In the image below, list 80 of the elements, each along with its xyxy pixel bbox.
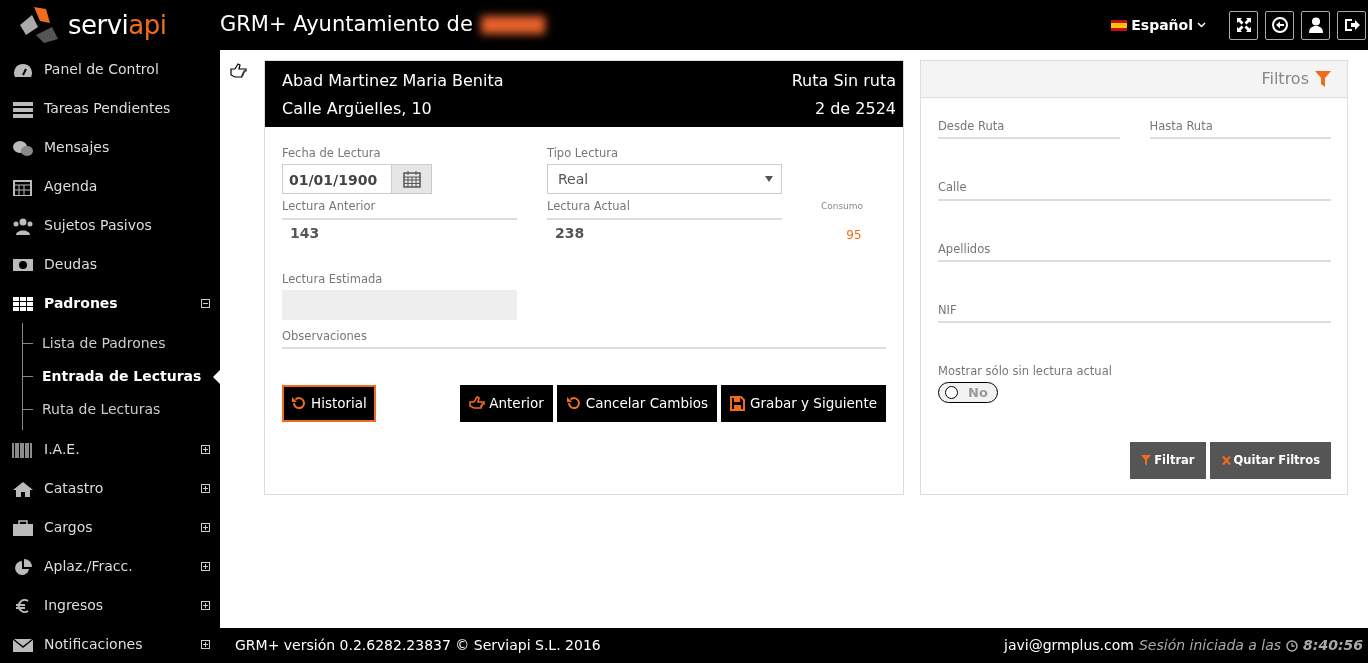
address-text: Calle Argüelles, 10 [282,98,433,120]
fullscreen-button[interactable] [1229,10,1258,40]
filter-icon [1315,71,1331,87]
language-dropdown[interactable]: Español [1105,13,1212,37]
submenu-item[interactable]: Ruta de Lecturas [23,393,220,426]
filter-icon [1141,455,1152,466]
version-text: GRM+ versión 0.2.6282.23837 © Serviapi S.L. 2016 [235,636,601,655]
action-button[interactable]: Cancelar Cambios [556,385,718,422]
person-name: Abad Martinez Maria Benita [282,70,505,92]
chat-bubbles-icon [12,138,34,157]
session-text: Sesión iniciada a las [1139,636,1282,655]
logo-text: servi [68,9,129,40]
calendar-icon [402,170,421,189]
pie-chart-icon [12,557,34,576]
record-position: 2 de 2524 [813,98,896,120]
field-label: Hasta Ruta [1149,118,1214,135]
route-text: Ruta Sin ruta [791,70,896,92]
undo-icon [565,396,582,411]
user-icon [1306,16,1325,34]
logo-text: api [128,9,167,40]
submenu-item[interactable]: Lista de Padrones [23,327,220,360]
back-button[interactable] [1265,10,1294,40]
sidebar-item[interactable]: I.A.E. [0,430,220,469]
field-label: Lectura Estimada [282,270,384,288]
barcode-icon [12,440,34,459]
field-label: Desde Ruta [938,118,1006,135]
sidebar-item[interactable]: Sujetos Pasivos [0,206,220,245]
field-label: Tipo Lectura [547,145,620,162]
close-icon [1220,455,1231,466]
sidebar-item[interactable]: Agenda [0,167,220,206]
field-label: Observaciones [282,327,368,345]
redacted-text [480,16,545,34]
field-label: Consumo [819,200,865,214]
sidebar-item[interactable]: Aplaz./Fracc. [0,547,220,586]
dropdown-arrow-icon [765,176,773,183]
sidebar-item[interactable]: Notificaciones [0,625,220,663]
action-button[interactable]: Historial [282,385,376,422]
field-label: Calle [938,179,968,197]
field-label: Apellidos [938,240,992,258]
sidebar-item[interactable]: Padrones [0,284,220,323]
field-label: Fecha de Lectura [282,145,382,162]
house-icon [12,479,34,498]
logout-icon [1342,16,1361,34]
pointing-hand-icon [230,62,248,78]
calendar-icon [12,177,34,196]
app-title: GRM+ Ayuntamiento de [220,11,473,39]
field-label: Lectura Anterior [282,198,377,216]
users-icon [12,216,34,235]
history-icon [291,396,307,411]
consumption-value: 95 [846,226,862,244]
sidebar-item[interactable]: Ingresos [0,586,220,625]
sidebar-item[interactable]: Deudas [0,245,220,284]
sidebar-item[interactable]: Panel de Control [0,50,220,89]
panel-title: Filtros [1261,68,1309,90]
back-circle-icon [1270,16,1289,34]
filter-button[interactable]: Filtrar [1130,442,1206,479]
profile-button[interactable] [1301,10,1330,40]
pointing-hand-icon [469,396,486,411]
select-field[interactable]: Real [547,164,782,195]
session-time: 8:40:56 [1303,636,1363,655]
user-email: javi@grmplus.com [1004,636,1134,655]
flag-icon [1111,19,1128,31]
action-button[interactable]: Anterior [460,385,553,422]
filter-button[interactable]: Quitar Filtros [1209,442,1331,479]
server-icon [12,99,34,118]
caret-icon [1197,22,1206,28]
field-label: NIF [938,301,958,319]
field-label: Mostrar sólo sin lectura actual [938,363,1113,380]
clock-icon [1286,639,1299,652]
date-field[interactable]: 01/01/1900 [282,164,432,195]
logout-button[interactable] [1337,10,1366,40]
briefcase-icon [12,518,34,537]
sidebar-item[interactable]: Tareas Pendientes [0,89,220,128]
fullscreen-icon [1234,16,1253,34]
sidebar-item[interactable]: Catastro [0,469,220,508]
sidebar-item[interactable]: Mensajes [0,128,220,167]
grid-icon [12,294,34,313]
action-button[interactable]: Grabar y Siguiente [721,385,886,422]
sidebar-item[interactable]: Cargos [0,508,220,547]
field-label: Lectura Actual [547,198,631,216]
